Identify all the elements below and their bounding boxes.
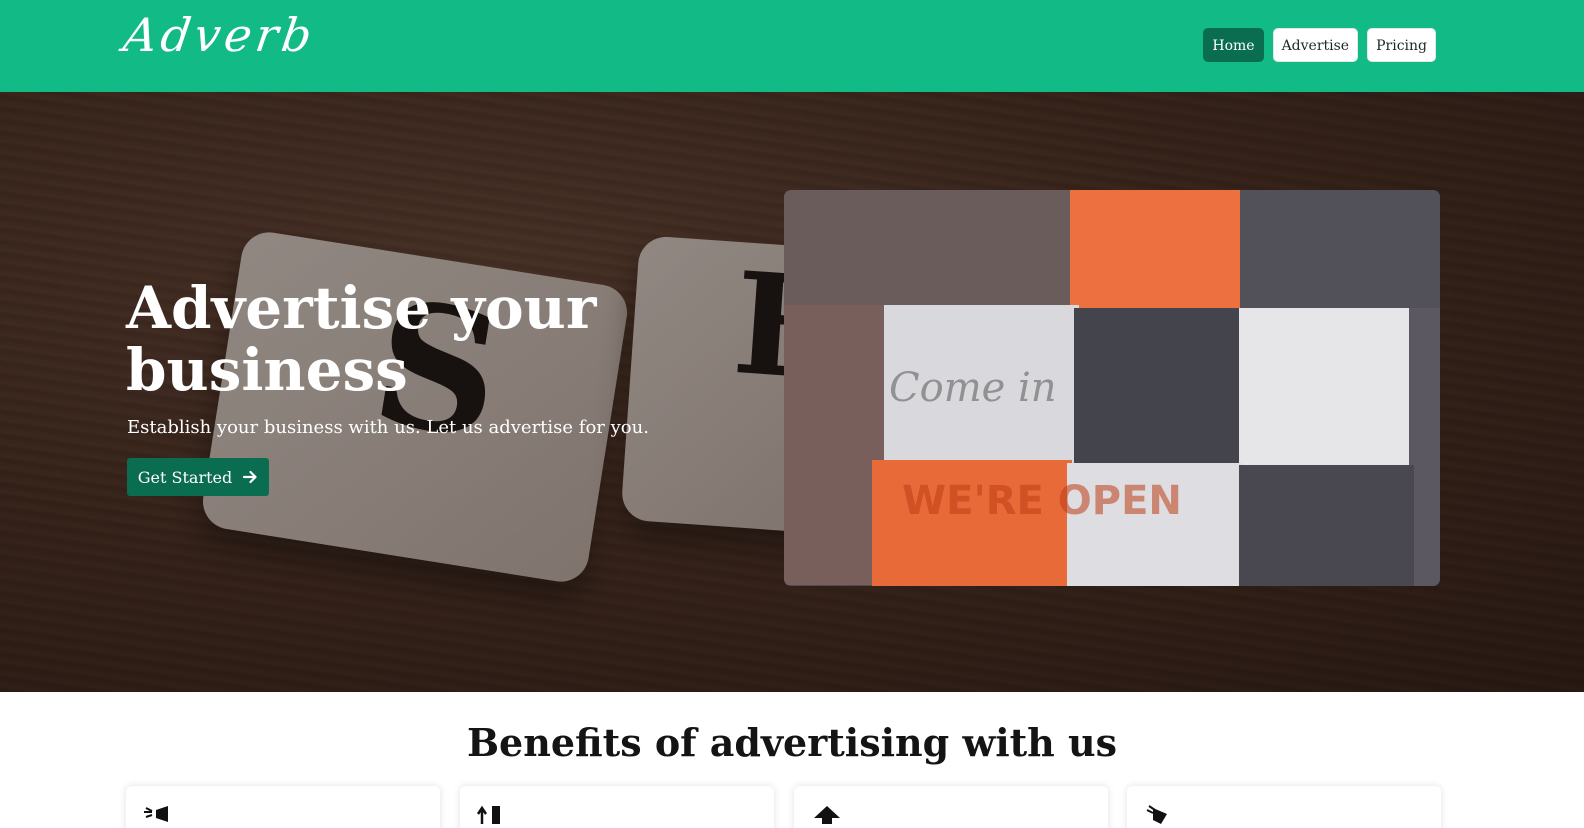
benefit-card <box>126 786 440 828</box>
hero-title: Advertise your business <box>126 274 597 404</box>
get-started-label: Get Started <box>137 467 233 487</box>
growth-chart-icon <box>476 804 510 828</box>
benefit-card <box>794 786 1108 828</box>
benefit-card <box>1127 786 1441 828</box>
nav-home-button[interactable]: Home <box>1203 28 1264 62</box>
arrow-right-icon <box>242 469 258 485</box>
image-text-welcome: Come in <box>889 365 1057 411</box>
get-started-button[interactable]: Get Started <box>127 458 269 496</box>
hero-section: S E Advertise your business Establish yo… <box>0 92 1584 692</box>
brand-logo[interactable]: Adverb <box>120 8 319 62</box>
rocket-icon <box>1143 804 1177 828</box>
benefits-title: Benefits of advertising with us <box>466 720 1118 765</box>
main-nav: Home Advertise Pricing <box>1203 28 1436 62</box>
arrow-up-icon <box>810 804 844 828</box>
hero-subtitle: Establish your business with us. Let us … <box>127 417 649 438</box>
site-header: Adverb Home Advertise Pricing <box>0 0 1584 92</box>
hero-image: Come in WE'RE OPEN <box>784 190 1440 586</box>
benefit-card <box>460 786 774 828</box>
nav-advertise-button[interactable]: Advertise <box>1272 28 1359 62</box>
megaphone-icon <box>142 804 176 828</box>
image-text-open: WE'RE OPEN <box>902 478 1182 524</box>
image-overlay <box>784 190 1440 586</box>
nav-pricing-button[interactable]: Pricing <box>1367 28 1436 62</box>
